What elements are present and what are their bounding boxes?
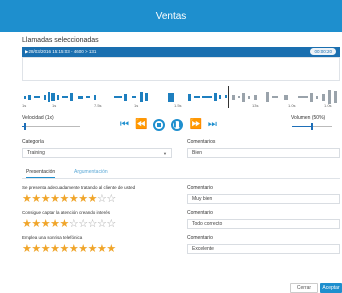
star-filled-icon[interactable]: ★ [31,243,41,255]
timeline-ticks: 1s 1s 7.5s 1s 1.5s 13s 1.0s 1.0s [22,103,342,113]
question-comment-value: Muy bien [192,196,213,202]
star-filled-icon[interactable]: ★ [50,193,60,205]
question-comment-label: Comentario [187,235,213,241]
star-filled-icon[interactable]: ★ [78,193,88,205]
window-title: Ventas [0,0,342,32]
star-filled-icon[interactable]: ★ [97,243,107,255]
star-empty-icon[interactable]: ☆ [97,218,107,230]
question-text: Consigue captar la atención creando inte… [22,210,111,215]
star-filled-icon[interactable]: ★ [88,243,98,255]
rewind-icon[interactable]: ⏪ [135,119,147,131]
evaluation-tabs: Presentación Argumentación [22,167,340,179]
star-empty-icon[interactable]: ☆ [97,193,107,205]
speed-slider[interactable] [22,123,80,131]
accept-button[interactable]: Aceptar [320,283,342,293]
star-filled-icon[interactable]: ★ [31,218,41,230]
star-filled-icon[interactable]: ★ [60,218,70,230]
star-rating[interactable]: ★★★★★★★★★★ [22,243,116,255]
skip-end-icon[interactable]: ⏭ [208,119,217,131]
skip-start-icon[interactable]: ⏮ [120,119,129,131]
star-rating[interactable]: ★★★★★☆☆☆☆☆ [22,218,116,230]
star-filled-icon[interactable]: ★ [50,218,60,230]
chevron-down-icon: ▼ [163,150,167,156]
category-value: Training [27,150,45,156]
timeline-tick: 1s [134,103,139,108]
timeline-tick: 1.0s [324,103,332,108]
question-comment-label: Comentario [187,185,213,191]
speed-slider-handle[interactable] [24,123,26,130]
star-filled-icon[interactable]: ★ [106,243,116,255]
star-filled-icon[interactable]: ★ [60,193,70,205]
question-comment-value: Excelente [192,246,214,252]
call-duration-badge: 00:00:20 [310,48,336,55]
star-empty-icon[interactable]: ☆ [88,218,98,230]
star-filled-icon[interactable]: ★ [22,218,32,230]
timeline-tick: 1s [52,103,57,108]
star-filled-icon[interactable]: ★ [60,243,70,255]
speed-label: Velocidad (1x) [22,115,54,121]
tab-presentacion[interactable]: Presentación [26,169,56,178]
question-text: Emplea una sonrisa telefónica [22,235,83,240]
star-filled-icon[interactable]: ★ [88,193,98,205]
timeline-tick: 1.5s [174,103,182,108]
star-filled-icon[interactable]: ★ [41,243,51,255]
calls-section-title: Llamadas seleccionadas [22,37,99,44]
star-empty-icon[interactable]: ☆ [78,218,88,230]
star-filled-icon[interactable]: ★ [22,193,32,205]
volume-slider[interactable] [292,123,332,131]
playback-controls: ⏮ ⏪ ❚❚ ⏩ ⏭ [120,118,217,132]
timeline-tick: 13s [252,103,259,108]
category-select[interactable]: Training ▼ [22,148,172,158]
tab-argumentacion[interactable]: Argumentación [74,169,108,175]
comments-label: Comentarios [187,139,216,145]
volume-slider-handle[interactable] [311,123,313,130]
call-label: ▶28/03/2016 15:15:03 - 4600 > 131 [25,49,97,54]
timeline-tick: 7.5s [94,103,102,108]
timeline-tick: 1.0s [288,103,296,108]
question-comment-input[interactable]: Excelente [187,244,340,254]
star-filled-icon[interactable]: ★ [78,243,88,255]
category-label: Categoría [22,139,44,145]
question-comment-input[interactable]: Muy bien [187,194,340,204]
timeline-tick: 1s [22,103,27,108]
star-empty-icon[interactable]: ☆ [106,218,116,230]
star-filled-icon[interactable]: ★ [22,243,32,255]
question-comment-input[interactable]: Todo correcto [187,219,340,229]
pause-icon[interactable]: ❚❚ [171,119,184,131]
calls-list [22,57,340,81]
star-filled-icon[interactable]: ★ [31,193,41,205]
comments-value: Bien [192,150,203,156]
star-rating[interactable]: ★★★★★★★★☆☆ [22,193,116,205]
star-filled-icon[interactable]: ★ [69,193,79,205]
star-empty-icon[interactable]: ☆ [69,218,79,230]
fast-forward-icon[interactable]: ⏩ [189,119,201,131]
comments-input[interactable]: Bien [187,148,340,158]
question-comment-label: Comentario [187,210,213,216]
selected-call-row[interactable]: ▶28/03/2016 15:15:03 - 4600 > 131 00:00:… [22,47,340,57]
volume-label: Volumen (50%) [291,115,326,121]
star-filled-icon[interactable]: ★ [41,193,51,205]
question-comment-value: Todo correcto [192,221,223,227]
cancel-button[interactable]: Cerrar [290,283,318,293]
star-empty-icon[interactable]: ☆ [106,193,116,205]
question-text: Se presenta adecuadamente tratando al cl… [22,185,136,190]
star-filled-icon[interactable]: ★ [69,243,79,255]
star-filled-icon[interactable]: ★ [50,243,60,255]
star-filled-icon[interactable]: ★ [41,218,51,230]
stop-icon[interactable] [153,119,166,131]
